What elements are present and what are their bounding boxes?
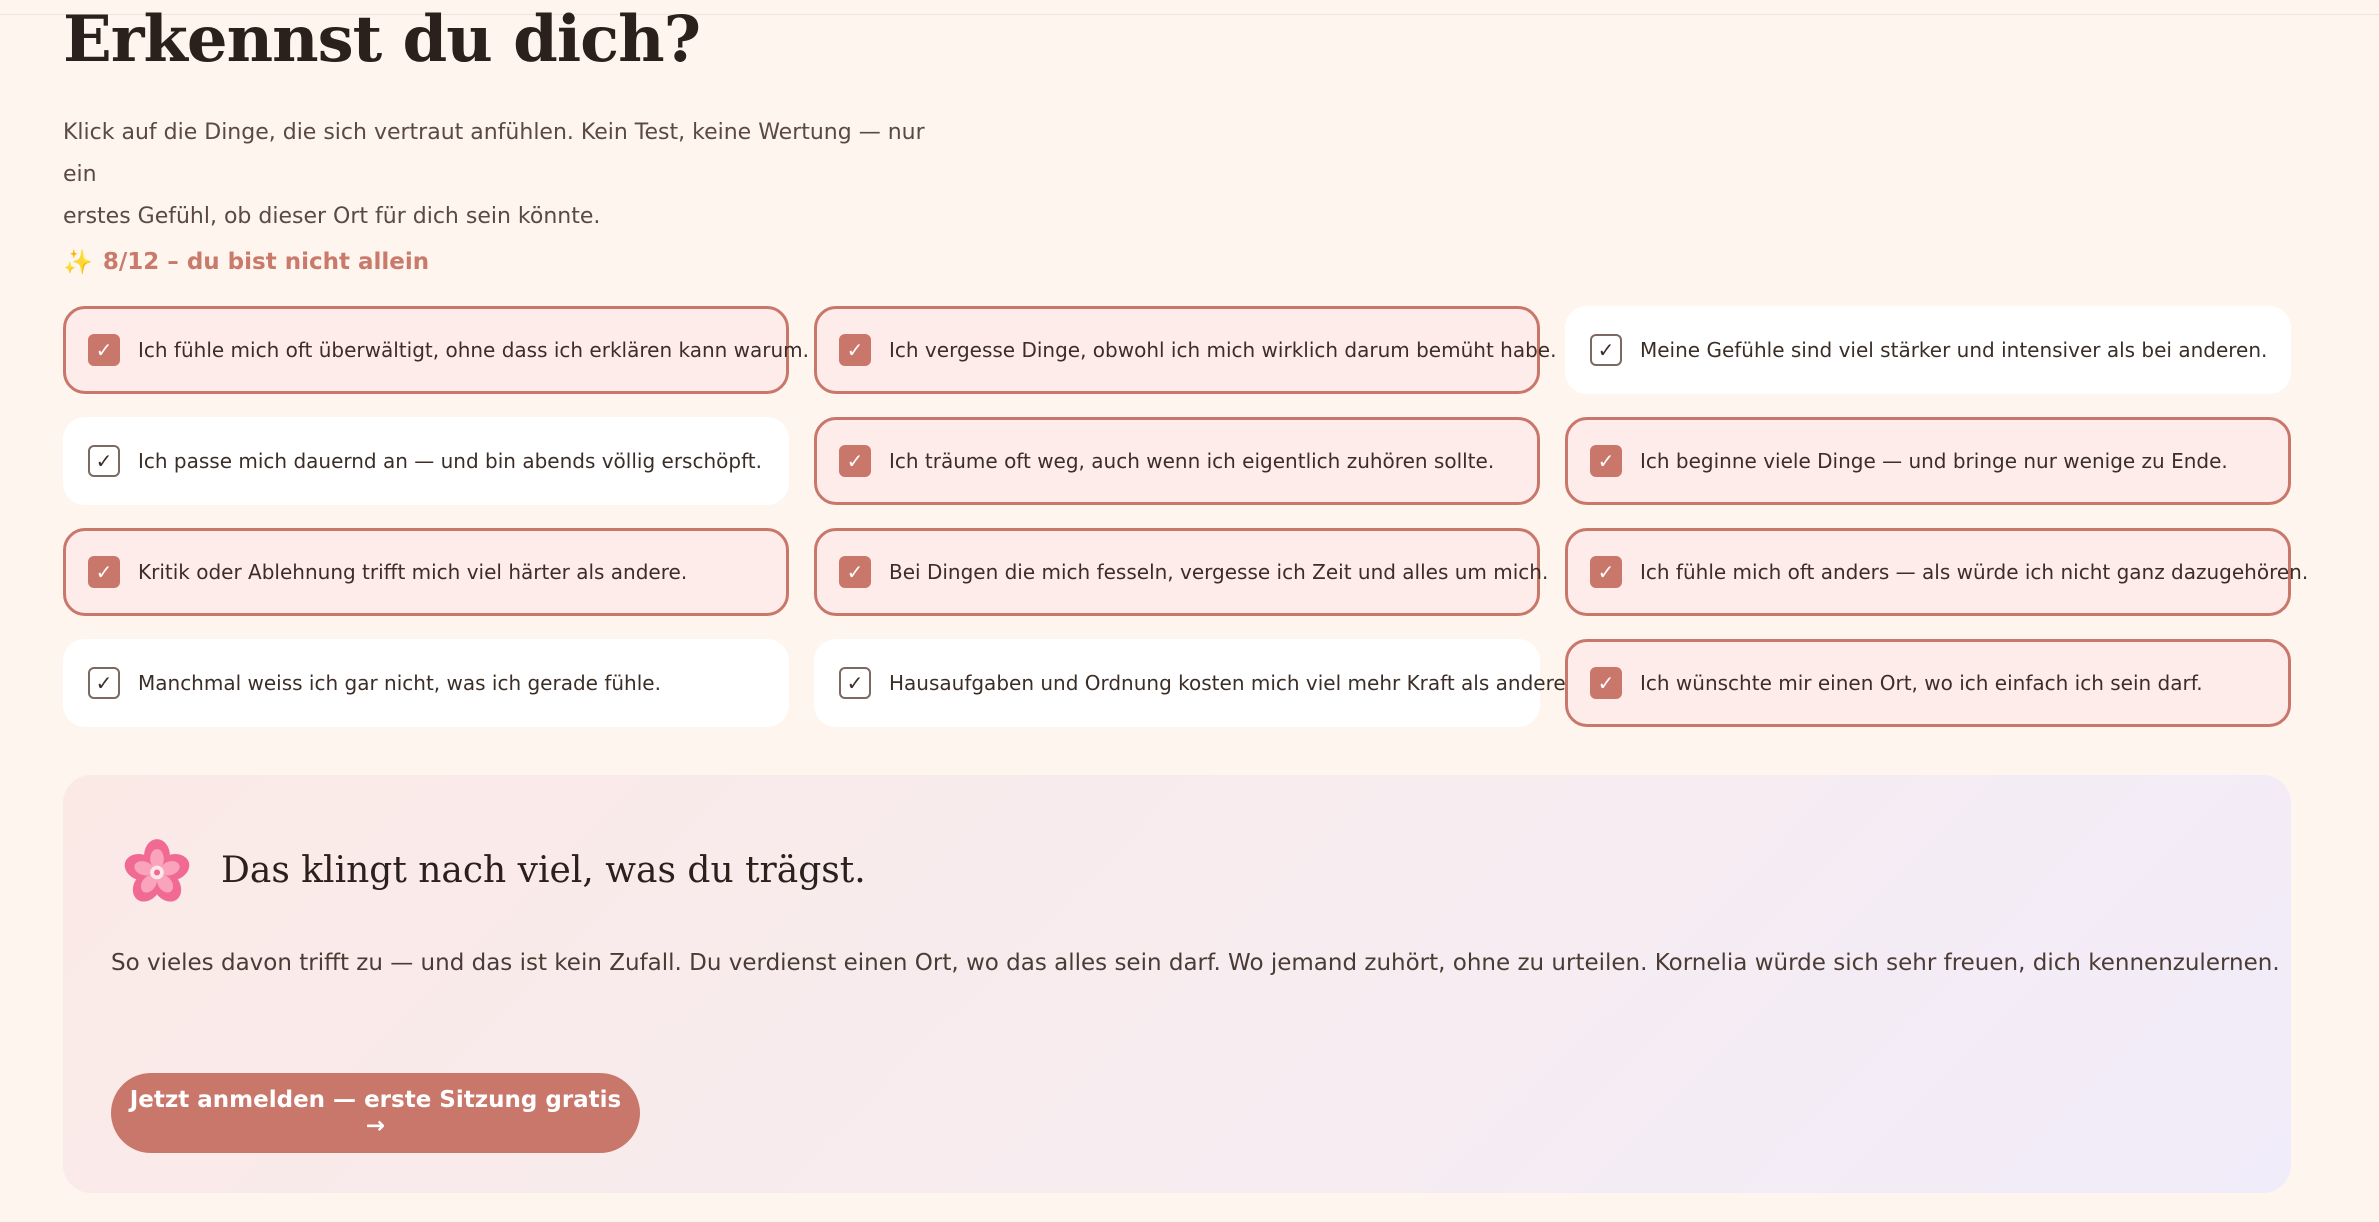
selection-counter: ✨ 8/12 – du bist nicht allein <box>63 244 429 280</box>
statement-card[interactable]: ✓ Ich wünschte mir einen Ort, wo ich ein… <box>1565 639 2291 727</box>
statement-label: Ich träume oft weg, auch wenn ich eigent… <box>889 449 1495 473</box>
statement-label: Ich passe mich dauernd an — und bin aben… <box>138 449 762 473</box>
statement-card[interactable]: ✓ Meine Gefühle sind viel stärker und in… <box>1565 306 2291 394</box>
statement-label: Ich fühle mich oft überwältigt, ohne das… <box>138 338 810 362</box>
sparkles-icon: ✨ <box>63 248 93 276</box>
statement-grid: ✓ Ich fühle mich oft überwältigt, ohne d… <box>63 306 2308 727</box>
check-mark-icon: ✓ <box>95 671 113 695</box>
intro-line-2: erstes Gefühl, ob dieser Ort für dich se… <box>63 204 601 229</box>
check-mark-icon: ✓ <box>846 338 864 362</box>
check-mark-icon: ✓ <box>846 671 864 695</box>
check-mark-icon: ✓ <box>95 338 113 362</box>
check-mark-icon: ✓ <box>1597 338 1615 362</box>
checkbox[interactable]: ✓ <box>839 556 871 588</box>
statement-card[interactable]: ✓ Bei Dingen die mich fesseln, vergesse … <box>814 528 1548 616</box>
checkbox[interactable]: ✓ <box>839 445 871 477</box>
statement-label: Bei Dingen die mich fesseln, vergesse ic… <box>889 560 1549 584</box>
checkbox[interactable]: ✓ <box>1590 556 1622 588</box>
checkbox[interactable]: ✓ <box>1590 445 1622 477</box>
checkbox[interactable]: ✓ <box>839 667 871 699</box>
statement-label: Ich wünschte mir einen Ort, wo ich einfa… <box>1640 671 2203 695</box>
statement-card[interactable]: ✓ Ich fühle mich oft überwältigt, ohne d… <box>63 306 809 394</box>
page-title: Erkennst du dich? <box>63 2 701 77</box>
check-mark-icon: ✓ <box>1597 560 1615 584</box>
check-mark-icon: ✓ <box>1597 449 1615 473</box>
statement-card[interactable]: ✓ Hausaufgaben und Ordnung kosten mich v… <box>814 639 1572 727</box>
statement-label: Ich vergesse Dinge, obwohl ich mich wirk… <box>889 338 1557 362</box>
signup-button[interactable]: Jetzt anmelden — erste Sitzung gratis → <box>111 1073 640 1153</box>
checkbox[interactable]: ✓ <box>1590 667 1622 699</box>
result-title: Das klingt nach viel, was du trägst. <box>221 850 866 891</box>
statement-label: Ich beginne viele Dinge — und bringe nur… <box>1640 449 2228 473</box>
statement-label: Meine Gefühle sind viel stärker und inte… <box>1640 338 2268 362</box>
statement-label: Manchmal weiss ich gar nicht, was ich ge… <box>138 671 661 695</box>
check-mark-icon: ✓ <box>846 560 864 584</box>
statement-card[interactable]: ✓ Ich träume oft weg, auch wenn ich eige… <box>814 417 1540 505</box>
checkbox[interactable]: ✓ <box>839 334 871 366</box>
result-message: So vieles davon trifft zu — und das ist … <box>111 950 2280 976</box>
checkbox[interactable]: ✓ <box>88 556 120 588</box>
checkbox[interactable]: ✓ <box>88 445 120 477</box>
cherry-blossom-icon <box>124 839 190 902</box>
intro-line-1: Klick auf die Dinge, die sich vertraut a… <box>63 120 925 187</box>
check-mark-icon: ✓ <box>95 560 113 584</box>
statement-label: Hausaufgaben und Ordnung kosten mich vie… <box>889 671 1573 695</box>
statement-card[interactable]: ✓ Ich passe mich dauernd an — und bin ab… <box>63 417 789 505</box>
statement-label: Ich fühle mich oft anders — als würde ic… <box>1640 560 2309 584</box>
checkbox[interactable]: ✓ <box>1590 334 1622 366</box>
statement-card[interactable]: ✓ Kritik oder Ablehnung trifft mich viel… <box>63 528 789 616</box>
check-mark-icon: ✓ <box>95 449 113 473</box>
check-mark-icon: ✓ <box>846 449 864 473</box>
statement-card[interactable]: ✓ Ich fühle mich oft anders — als würde … <box>1565 528 2308 616</box>
statement-card[interactable]: ✓ Ich beginne viele Dinge — und bringe n… <box>1565 417 2291 505</box>
statement-card[interactable]: ✓ Manchmal weiss ich gar nicht, was ich … <box>63 639 789 727</box>
checkbox[interactable]: ✓ <box>88 667 120 699</box>
result-panel: Das klingt nach viel, was du trägst. So … <box>63 775 2291 1193</box>
statement-label: Kritik oder Ablehnung trifft mich viel h… <box>138 560 688 584</box>
counter-text: 8/12 – du bist nicht allein <box>102 249 430 275</box>
intro-text: Klick auf die Dinge, die sich vertraut a… <box>63 112 963 238</box>
checkbox[interactable]: ✓ <box>88 334 120 366</box>
statement-card[interactable]: ✓ Ich vergesse Dinge, obwohl ich mich wi… <box>814 306 1556 394</box>
check-mark-icon: ✓ <box>1597 671 1615 695</box>
